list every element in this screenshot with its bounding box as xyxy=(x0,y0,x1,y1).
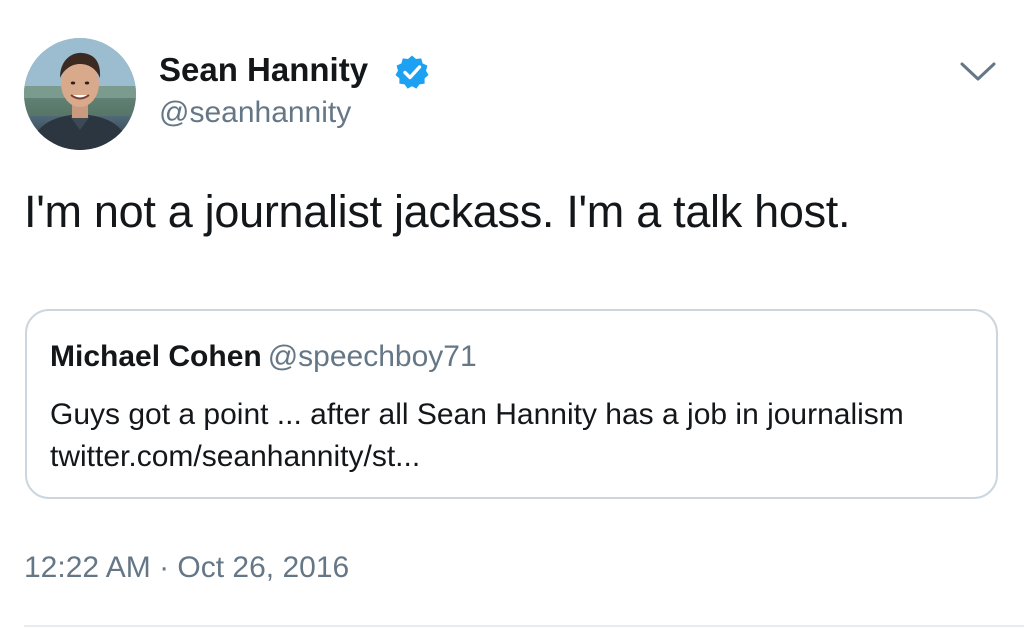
divider xyxy=(24,625,1024,627)
author-name[interactable]: Sean Hannity xyxy=(159,51,368,89)
quoted-tweet-text: Guys got a point ... after all Sean Hann… xyxy=(50,398,904,473)
verified-badge-icon xyxy=(395,55,429,89)
quoted-tweet-card[interactable]: Michael Cohen @speechboy71 Guys got a poi… xyxy=(25,309,998,499)
author-handle[interactable]: @seanhannity xyxy=(159,96,351,130)
chevron-down-icon[interactable] xyxy=(958,56,998,86)
quoted-author-name: Michael Cohen xyxy=(50,340,262,373)
quoted-tweet-header: Michael Cohen @speechboy71 xyxy=(50,340,477,374)
avatar-photo xyxy=(24,38,136,150)
tweet-text: I'm not a journalist jackass. I'm a talk… xyxy=(24,186,851,237)
tweet-timestamp[interactable]: 12:22 AM · Oct 26, 2016 xyxy=(24,551,349,585)
tweet: Sean Hannity @seanhannity I'm not a jour… xyxy=(0,0,1024,628)
avatar[interactable] xyxy=(24,38,136,150)
quoted-author-handle: @speechboy71 xyxy=(267,340,477,373)
